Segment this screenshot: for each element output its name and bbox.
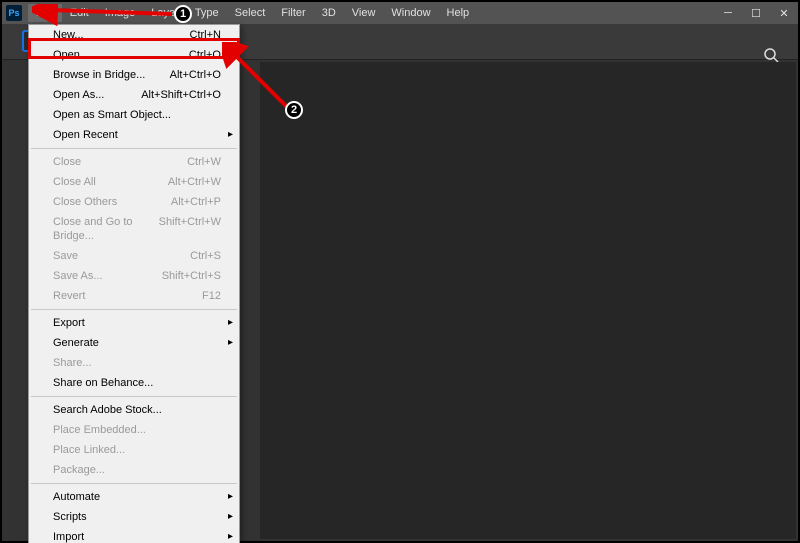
window-controls: ─ ☐ ✕ bbox=[714, 2, 798, 24]
menu-edit[interactable]: Edit bbox=[62, 4, 97, 22]
menu-select[interactable]: Select bbox=[227, 4, 274, 22]
menuitem-scripts[interactable]: Scripts bbox=[29, 507, 239, 527]
menuitem-shortcut: Ctrl+W bbox=[187, 155, 221, 169]
menu-help[interactable]: Help bbox=[439, 4, 478, 22]
menuitem-label: Share on Behance... bbox=[53, 376, 153, 390]
menuitem-label: Browse in Bridge... bbox=[53, 68, 145, 82]
menuitem-shortcut: Shift+Ctrl+W bbox=[159, 215, 221, 243]
menuitem-open-as-smart-object[interactable]: Open as Smart Object... bbox=[29, 105, 239, 125]
menuitem-label: Revert bbox=[53, 289, 85, 303]
menuitem-shortcut: Shift+Ctrl+S bbox=[162, 269, 221, 283]
menuitem-label: Save bbox=[53, 249, 78, 263]
menuitem-shortcut: Ctrl+O bbox=[189, 48, 221, 62]
file-menu-dropdown: New... Ctrl+N Open... Ctrl+O Browse in Bridg… bbox=[28, 24, 240, 543]
menuitem-label: Save As... bbox=[53, 269, 103, 283]
menuitem-save: Save Ctrl+S bbox=[29, 246, 239, 266]
menu-filter[interactable]: Filter bbox=[273, 4, 313, 22]
menuitem-label: Search Adobe Stock... bbox=[53, 403, 162, 417]
menuitem-new[interactable]: New... Ctrl+N bbox=[29, 25, 239, 45]
app-logo-icon: Ps bbox=[6, 5, 22, 21]
menuitem-close-and-go-to-bridge: Close and Go to Bridge...Shift+Ctrl+W bbox=[29, 212, 239, 246]
menu-view[interactable]: View bbox=[344, 4, 384, 22]
menuitem-label: Place Linked... bbox=[53, 443, 125, 457]
menuitem-label: Close All bbox=[53, 175, 96, 189]
menuitem-shortcut: F12 bbox=[202, 289, 221, 303]
menuitem-search-adobe-stock[interactable]: Search Adobe Stock... bbox=[29, 400, 239, 420]
menuitem-export[interactable]: Export bbox=[29, 313, 239, 333]
annotation-badge-2: 2 bbox=[285, 101, 303, 119]
menuitem-revert: Revert F12 bbox=[29, 286, 239, 306]
menuitem-place-embedded: Place Embedded... bbox=[29, 420, 239, 440]
menuitem-shortcut: Ctrl+S bbox=[190, 249, 221, 263]
menuitem-package: Package... bbox=[29, 460, 239, 480]
menu-separator bbox=[31, 483, 237, 484]
menuitem-open-as[interactable]: Open As... Alt+Shift+Ctrl+O bbox=[29, 85, 239, 105]
menuitem-label: Place Embedded... bbox=[53, 423, 146, 437]
menuitem-save-as: Save As... Shift+Ctrl+S bbox=[29, 266, 239, 286]
menuitem-shortcut: Alt+Ctrl+W bbox=[168, 175, 221, 189]
menuitem-generate[interactable]: Generate bbox=[29, 333, 239, 353]
menuitem-label: Open... bbox=[53, 48, 89, 62]
menuitem-label: Close Others bbox=[53, 195, 117, 209]
menu-bar: Ps FileEditImageLayerTypeSelectFilter3DV… bbox=[2, 2, 798, 24]
menuitem-place-linked: Place Linked... bbox=[29, 440, 239, 460]
menu-window[interactable]: Window bbox=[383, 4, 438, 22]
menuitem-open-recent[interactable]: Open Recent bbox=[29, 125, 239, 145]
menuitem-label: Open as Smart Object... bbox=[53, 108, 171, 122]
menuitem-label: Generate bbox=[53, 336, 99, 350]
menuitem-shortcut: Alt+Shift+Ctrl+O bbox=[141, 88, 221, 102]
menu-image[interactable]: Image bbox=[97, 4, 144, 22]
menuitem-label: Export bbox=[53, 316, 85, 330]
menuitem-close: Close Ctrl+W bbox=[29, 152, 239, 172]
menu-3d[interactable]: 3D bbox=[314, 4, 344, 22]
menuitem-shortcut: Alt+Ctrl+O bbox=[170, 68, 221, 82]
menuitem-import[interactable]: Import bbox=[29, 527, 239, 543]
menuitem-shortcut: Ctrl+N bbox=[190, 28, 221, 42]
menuitem-label: New... bbox=[53, 28, 84, 42]
menuitem-label: Automate bbox=[53, 490, 100, 504]
app-window: Ps FileEditImageLayerTypeSelectFilter3DV… bbox=[0, 0, 800, 543]
menuitem-label: Open As... bbox=[53, 88, 104, 102]
menuitem-label: Package... bbox=[53, 463, 105, 477]
menuitem-label: Close and Go to Bridge... bbox=[53, 215, 159, 243]
menuitem-label: Close bbox=[53, 155, 81, 169]
close-window-button[interactable]: ✕ bbox=[770, 2, 798, 24]
menuitem-label: Import bbox=[53, 530, 84, 543]
menuitem-close-others: Close Others Alt+Ctrl+P bbox=[29, 192, 239, 212]
menuitem-share: Share... bbox=[29, 353, 239, 373]
menuitem-automate[interactable]: Automate bbox=[29, 487, 239, 507]
maximize-button[interactable]: ☐ bbox=[742, 2, 770, 24]
menuitem-shortcut: Alt+Ctrl+P bbox=[171, 195, 221, 209]
menuitem-close-all: Close All Alt+Ctrl+W bbox=[29, 172, 239, 192]
menu-separator bbox=[31, 148, 237, 149]
menuitem-label: Open Recent bbox=[53, 128, 118, 142]
menu-separator bbox=[31, 309, 237, 310]
menuitem-browse-in-bridge[interactable]: Browse in Bridge... Alt+Ctrl+O bbox=[29, 65, 239, 85]
menu-type[interactable]: Type bbox=[187, 4, 227, 22]
menuitem-label: Scripts bbox=[53, 510, 87, 524]
menu-file[interactable]: File bbox=[28, 4, 62, 22]
menuitem-open[interactable]: Open... Ctrl+O bbox=[29, 45, 239, 65]
menu-separator bbox=[31, 396, 237, 397]
annotation-badge-1: 1 bbox=[174, 5, 192, 23]
minimize-button[interactable]: ─ bbox=[714, 2, 742, 24]
menuitem-share-on-behance[interactable]: Share on Behance... bbox=[29, 373, 239, 393]
canvas-area bbox=[260, 62, 796, 539]
menuitem-label: Share... bbox=[53, 356, 92, 370]
